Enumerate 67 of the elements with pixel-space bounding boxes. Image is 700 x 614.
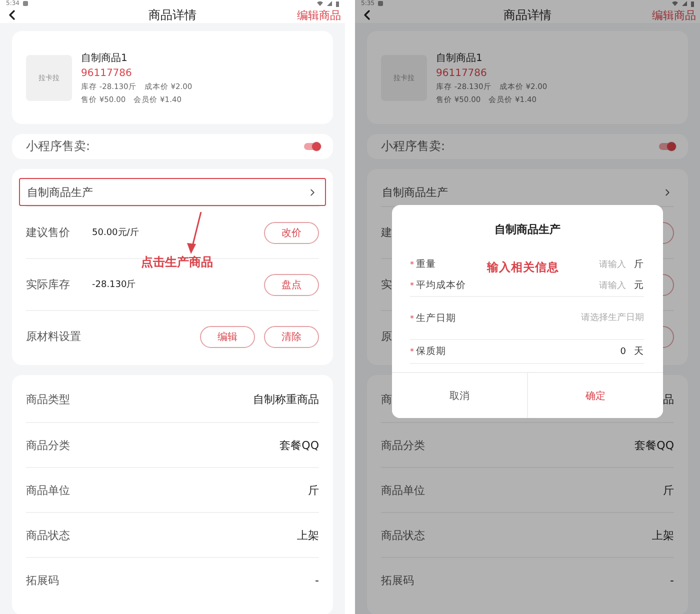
confirm-button[interactable]: 确定	[527, 373, 663, 418]
page-title: 商品详情	[148, 6, 196, 24]
detail-value: 品	[663, 392, 674, 407]
edit-product-link[interactable]: 编辑商品	[652, 8, 696, 22]
product-name: 自制商品1	[81, 52, 128, 64]
detail-label: 商品单位	[26, 482, 70, 498]
production-row[interactable]: 自制商品生产	[19, 178, 326, 206]
required-mark: *	[410, 281, 414, 290]
action-button[interactable]: 清除	[264, 326, 319, 348]
product-code: 96117786	[436, 68, 488, 78]
battery-icon	[691, 0, 694, 6]
unit-label: 斤	[634, 258, 644, 271]
field-label: 生产日期	[416, 312, 456, 324]
detail-value: 斤	[308, 482, 319, 498]
annotation-text: 输入相关信息	[487, 260, 559, 275]
detail-label: 商品状态	[381, 528, 425, 542]
detail-value: 自制称重商品	[253, 392, 319, 407]
wifi-icon	[317, 1, 323, 6]
sale-toggle[interactable]	[659, 143, 674, 150]
setting-label: 建	[381, 225, 392, 240]
unit-label: 元	[634, 279, 644, 292]
detail-value: -	[670, 574, 674, 586]
product-name: 自制商品1	[436, 52, 484, 64]
required-mark: *	[410, 260, 414, 269]
action-button[interactable]: 编辑	[200, 326, 255, 348]
detail-label: 拓展码	[26, 572, 59, 588]
detail-label: 商品单位	[381, 482, 425, 498]
detail-value: 套餐QQ	[634, 438, 674, 452]
detail-label: 商品类型	[26, 392, 70, 407]
setting-value: 50.00元/斤	[92, 226, 139, 239]
edit-product-link[interactable]: 编辑商品	[297, 8, 341, 22]
required-mark: *	[410, 314, 414, 322]
field-label: 重量	[416, 258, 436, 271]
action-button[interactable]: 盘点	[264, 274, 319, 296]
detail-value: -	[315, 574, 319, 586]
notification-icon	[378, 1, 384, 6]
setting-label: 原材料设置	[26, 329, 81, 344]
product-code: 96117786	[81, 68, 133, 78]
sale-toggle[interactable]	[304, 143, 319, 150]
battery-icon	[336, 0, 339, 6]
field-label: 保质期	[416, 345, 446, 358]
detail-value: 套餐QQ	[280, 438, 319, 452]
detail-label: 商品分类	[26, 438, 70, 452]
detail-value: 斤	[663, 482, 674, 498]
wifi-icon	[672, 1, 678, 6]
setting-label: 建议售价	[26, 225, 70, 240]
required-mark: *	[410, 347, 414, 356]
input-field[interactable]: 0	[614, 346, 626, 356]
mini-program-label: 小程序售卖:	[26, 138, 90, 155]
setting-value: -28.130斤	[92, 278, 136, 291]
dialog-title: 自制商品生产	[494, 222, 560, 237]
detail-label: 拓展码	[381, 572, 414, 588]
detail-label: 商品分类	[381, 438, 425, 452]
detail-value: 上架	[652, 528, 674, 542]
annotation-text: 点击生产商品	[141, 254, 213, 271]
action-button[interactable]: 改价	[264, 222, 319, 244]
setting-label: 实	[381, 277, 392, 292]
setting-label: 原	[381, 329, 392, 344]
mini-program-label: 小程序售卖:	[381, 138, 446, 155]
detail-value: 上架	[297, 528, 319, 542]
page-title: 商品详情	[504, 6, 552, 24]
setting-label: 实际库存	[26, 277, 70, 292]
notification-icon	[23, 1, 28, 6]
field-label: 平均成本价	[416, 279, 466, 292]
detail-label: 商	[381, 392, 392, 407]
detail-label: 商品状态	[26, 528, 70, 542]
unit-label: 天	[634, 345, 644, 358]
